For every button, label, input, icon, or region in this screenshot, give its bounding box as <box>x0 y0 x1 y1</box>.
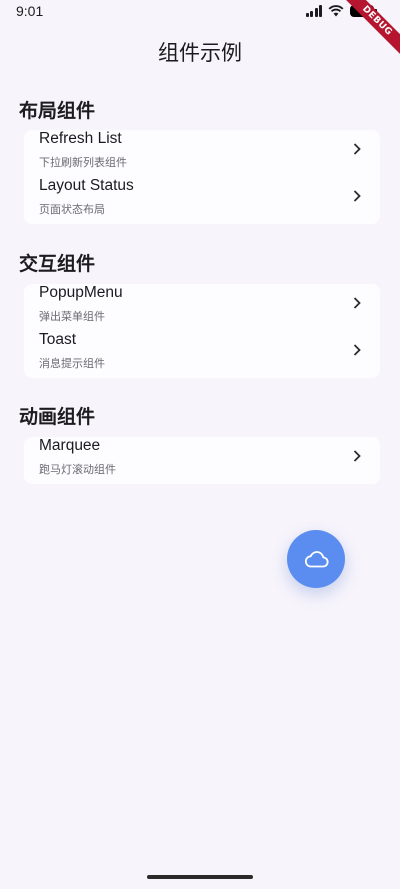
chevron-right-icon <box>353 297 361 309</box>
cloud-icon <box>304 551 329 568</box>
section-card-layout: Refresh List 下拉刷新列表组件 Layout Status 页面状态… <box>24 130 380 224</box>
list-item-subtitle: 跑马灯滚动组件 <box>39 463 116 476</box>
home-indicator <box>147 875 253 879</box>
list-item-layout-status[interactable]: Layout Status 页面状态布局 <box>24 177 380 224</box>
cloud-fab-button[interactable] <box>287 530 345 588</box>
app-bar: 组件示例 <box>0 30 400 76</box>
section-title-layout: 布局组件 <box>19 100 96 122</box>
list-item-subtitle: 下拉刷新列表组件 <box>39 156 127 169</box>
list-item-title: Layout Status <box>39 177 134 194</box>
list-item-popupmenu[interactable]: PopupMenu 弹出菜单组件 <box>24 284 380 331</box>
list-item-title: Toast <box>39 331 77 348</box>
list-item-subtitle: 页面状态布局 <box>39 203 105 216</box>
chevron-right-icon <box>353 190 361 202</box>
list-item-refresh-list[interactable]: Refresh List 下拉刷新列表组件 <box>24 130 380 177</box>
list-item-subtitle: 消息提示组件 <box>39 357 105 370</box>
chevron-right-icon <box>353 344 361 356</box>
status-time: 9:01 <box>16 3 44 19</box>
list-item-title: Marquee <box>39 437 101 454</box>
section-title-interaction: 交互组件 <box>19 253 96 275</box>
signal-icon <box>305 5 322 17</box>
chevron-right-icon <box>353 450 361 462</box>
list-item-toast[interactable]: Toast 消息提示组件 <box>24 331 380 378</box>
section-card-interaction: PopupMenu 弹出菜单组件 Toast 消息提示组件 <box>24 284 380 378</box>
list-item-title: Refresh List <box>39 130 122 147</box>
list-item-marquee[interactable]: Marquee 跑马灯滚动组件 <box>24 437 380 484</box>
section-title-animation: 动画组件 <box>19 406 96 428</box>
list-item-subtitle: 弹出菜单组件 <box>39 310 105 323</box>
list-item-title: PopupMenu <box>39 284 123 301</box>
section-card-animation: Marquee 跑马灯滚动组件 <box>24 437 380 484</box>
status-bar: 9:01 <box>0 0 400 24</box>
page-title: 组件示例 <box>158 41 242 65</box>
wifi-icon <box>328 5 344 17</box>
chevron-right-icon <box>353 143 361 155</box>
